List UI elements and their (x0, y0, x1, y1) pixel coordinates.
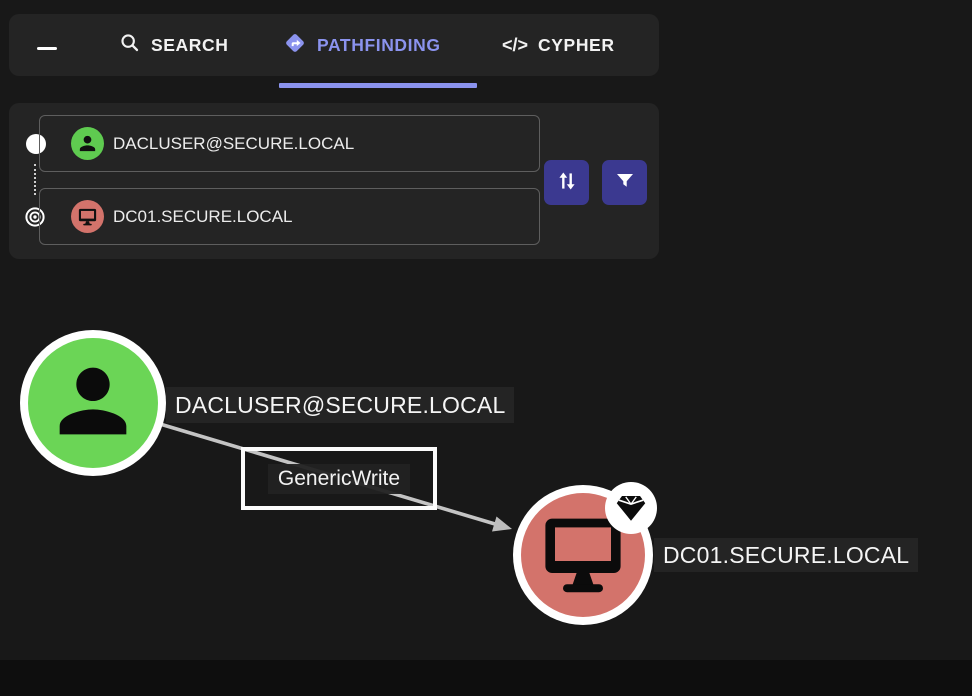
graph-node-user[interactable] (20, 330, 166, 476)
node-label-computer[interactable]: DC01.SECURE.LOCAL (654, 538, 918, 572)
user-icon (43, 351, 143, 456)
node-label-user[interactable]: DACLUSER@SECURE.LOCAL (166, 387, 514, 423)
edge-label[interactable]: GenericWrite (268, 464, 410, 494)
edge-arrowhead-icon (492, 517, 512, 532)
selected-edge-box[interactable]: GenericWrite (241, 447, 437, 510)
graph-edge[interactable] (0, 0, 972, 696)
tier-zero-gem-icon (605, 482, 657, 534)
